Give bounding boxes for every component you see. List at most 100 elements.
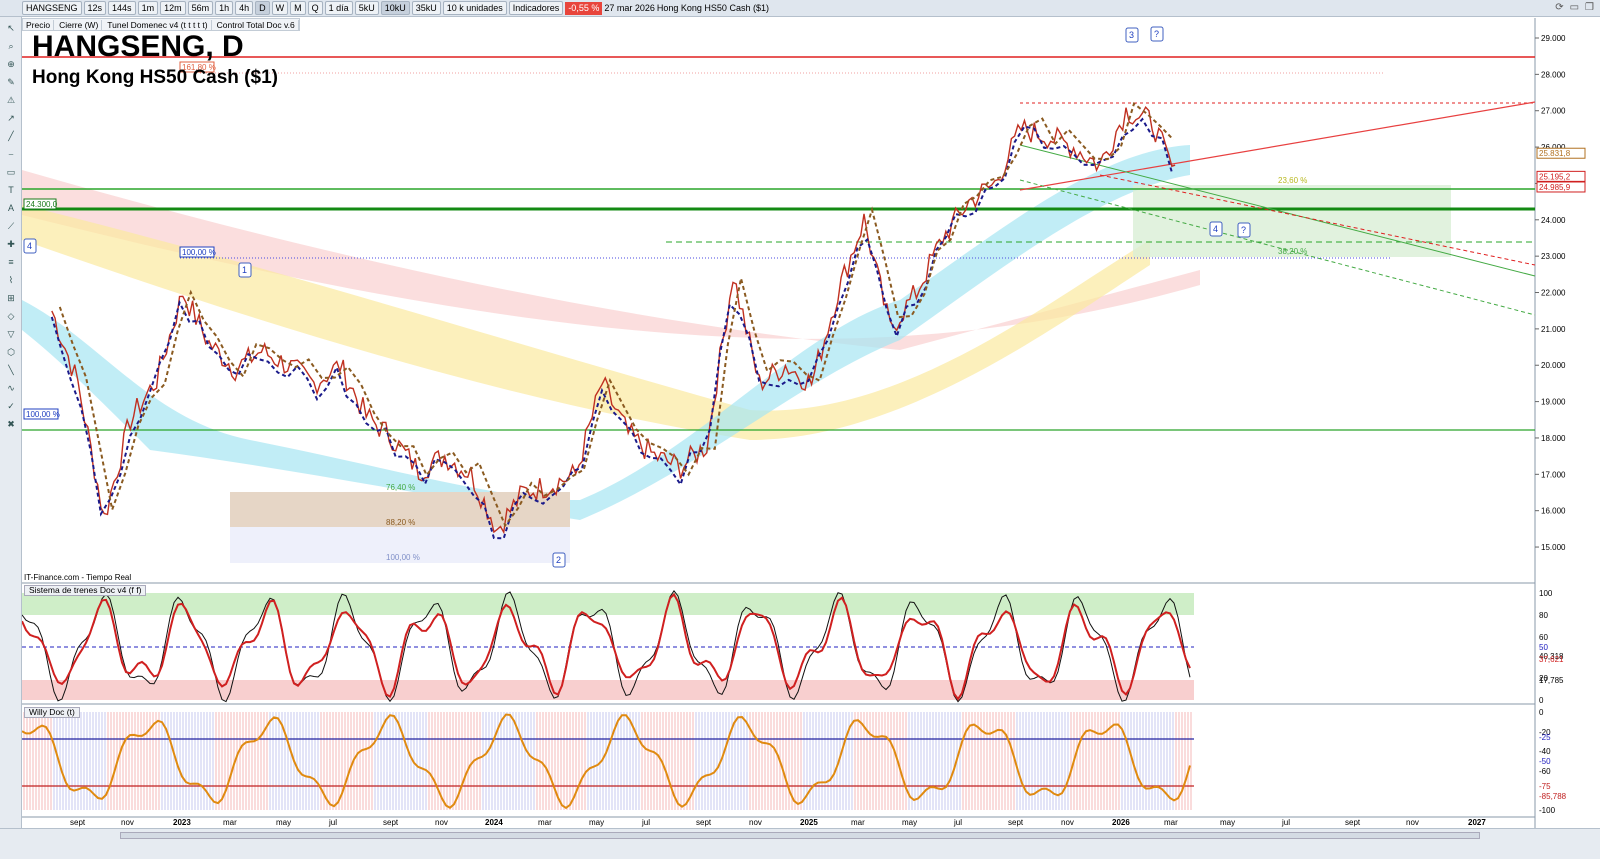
tool-icon[interactable]: T	[4, 185, 18, 197]
refresh-icon[interactable]: ⟳	[1555, 2, 1563, 13]
tool-icon[interactable]: ⌇	[4, 275, 18, 287]
interval-12s[interactable]: 12s	[83, 1, 107, 15]
instrument-name: Hong Kong HS50 Cash ($1)	[656, 3, 769, 13]
interval-W[interactable]: W	[271, 1, 289, 15]
indicator2-tick: -75	[1539, 782, 1551, 791]
tool-icon[interactable]: ⊕	[4, 59, 18, 71]
minimize-icon[interactable]: ▭	[1570, 2, 1579, 13]
units-select[interactable]: 10 k unidades	[442, 1, 507, 15]
wave-label: ?	[1241, 225, 1246, 235]
indicator2-title[interactable]: Willy Doc (t)	[24, 707, 80, 718]
price-tick-label: 16.000	[1541, 507, 1566, 516]
chart-label: 23,60 %	[1278, 176, 1307, 185]
chart-label: 24.300,0	[26, 200, 58, 209]
tool-icon[interactable]: ⎯	[4, 149, 18, 161]
moving-average	[50, 117, 1173, 540]
tool-icon[interactable]: ↖	[4, 23, 18, 35]
date-tick-label: nov	[749, 818, 762, 827]
date-tick-label: mar	[1164, 818, 1178, 827]
interval-144s[interactable]: 144s	[108, 1, 136, 15]
tool-icon[interactable]: ✖	[4, 419, 18, 431]
price-tick-label: 20.000	[1541, 361, 1566, 370]
date-tick-label: 2026	[1112, 818, 1130, 827]
date-tick-label: nov	[121, 818, 134, 827]
interval-1h[interactable]: 1h	[215, 1, 234, 15]
chart-label: 38,20 %	[1278, 247, 1307, 256]
price-tick-label: 24.000	[1541, 216, 1566, 225]
tool-icon[interactable]: ⟋	[4, 221, 18, 233]
chart-label: 100,00 %	[26, 410, 60, 419]
indicator2-tick: -100	[1539, 806, 1556, 815]
indicator1-tick: 60	[1539, 633, 1548, 642]
date-tick-label: jul	[953, 818, 962, 827]
oversold-zone	[22, 680, 1194, 700]
tool-icon[interactable]: ✓	[4, 401, 18, 413]
chart-subtitle: Hong Kong HS50 Cash ($1)	[32, 67, 278, 88]
date-tick-label: sept	[1345, 818, 1361, 827]
indicator2-tick: -85,788	[1539, 792, 1567, 801]
wave-label: 2	[556, 555, 561, 565]
tool-icon[interactable]: ╲	[4, 365, 18, 377]
units-5kU[interactable]: 5kU	[354, 1, 379, 15]
tool-icon[interactable]: ╱	[4, 131, 18, 143]
date-tick-label: nov	[435, 818, 448, 827]
chart-canvas[interactable]: 161,80 %100,00 %24.300,0100,00 %76,40 %8…	[0, 0, 1600, 859]
date-tick-label: may	[902, 818, 917, 827]
wave-label: 4	[1213, 224, 1218, 234]
layer-tunel[interactable]: Tunel Domenec v4 (t t t t t)	[104, 19, 212, 30]
chart-label: 100,00 %	[182, 248, 216, 257]
interval-M[interactable]: M	[290, 1, 306, 15]
change-badge: -0,55 %	[565, 1, 603, 15]
overbought-zone	[22, 593, 1194, 615]
units-35kU[interactable]: 35kU	[411, 1, 441, 15]
indicator1-tick: 100	[1539, 589, 1553, 598]
indicator1-title[interactable]: Sistema de trenes Doc v4 (f f)	[24, 585, 147, 596]
tool-icon[interactable]: ⬡	[4, 347, 18, 359]
wave-label: 3	[1129, 30, 1134, 40]
date-tick-label: sept	[696, 818, 712, 827]
price-tick-label: 29.000	[1541, 34, 1566, 43]
price-tick-label: 28.000	[1541, 70, 1566, 79]
tool-icon[interactable]: ⌕	[4, 41, 18, 53]
interval-4h[interactable]: 4h	[235, 1, 254, 15]
tool-icon[interactable]: ∿	[4, 383, 18, 395]
indicator1-tick: 50	[1539, 643, 1548, 652]
symbol-select[interactable]: HANGSENG	[22, 1, 82, 15]
tool-icon[interactable]: ▭	[4, 167, 18, 179]
horizontal-scrollbar[interactable]	[120, 832, 1480, 839]
tool-icon[interactable]: ⚠	[4, 95, 18, 107]
tool-icon[interactable]: ↗	[4, 113, 18, 125]
tool-icon[interactable]: A	[4, 203, 18, 215]
date-tick-label: 2025	[800, 818, 818, 827]
indicator1-tick: 37,621	[1539, 655, 1564, 664]
tool-icon[interactable]: ≡	[4, 257, 18, 269]
indicator2-tick: -60	[1539, 767, 1551, 776]
units-10kU[interactable]: 10kU	[380, 1, 410, 15]
indicator2-tick: -40	[1539, 747, 1551, 756]
layer-precio[interactable]: Precio	[23, 19, 55, 30]
date-tick-label: sept	[383, 818, 399, 827]
date-tick-label: mar	[223, 818, 237, 827]
interval-12m[interactable]: 12m	[160, 1, 186, 15]
interval-56m[interactable]: 56m	[187, 1, 214, 15]
restore-icon[interactable]: ❐	[1585, 2, 1594, 13]
layer-control-total[interactable]: Control Total Doc v.6	[214, 19, 299, 30]
tool-icon[interactable]: ✎	[4, 77, 18, 89]
price-tick-label: 15.000	[1541, 543, 1566, 552]
tool-icon[interactable]: ⊞	[4, 293, 18, 305]
indicators-button[interactable]: Indicadores	[508, 1, 564, 15]
interval-1m[interactable]: 1m	[137, 1, 159, 15]
wave-label: ?	[1154, 29, 1159, 39]
indicator1-tick: 0	[1539, 696, 1544, 705]
date-tick-label: 2024	[485, 818, 503, 827]
date-tick-label: sept	[1008, 818, 1024, 827]
interval-D[interactable]: D	[255, 1, 270, 15]
layer-cierre[interactable]: Cierre (W)	[56, 19, 103, 30]
period-select[interactable]: 1 día	[324, 1, 353, 15]
tool-icon[interactable]: ◇	[4, 311, 18, 323]
indicator2-tick: -50	[1539, 757, 1551, 766]
tool-icon[interactable]: ✚	[4, 239, 18, 251]
date-tick-label: mar	[851, 818, 865, 827]
interval-Q[interactable]: Q	[307, 1, 323, 15]
tool-icon[interactable]: ▽	[4, 329, 18, 341]
